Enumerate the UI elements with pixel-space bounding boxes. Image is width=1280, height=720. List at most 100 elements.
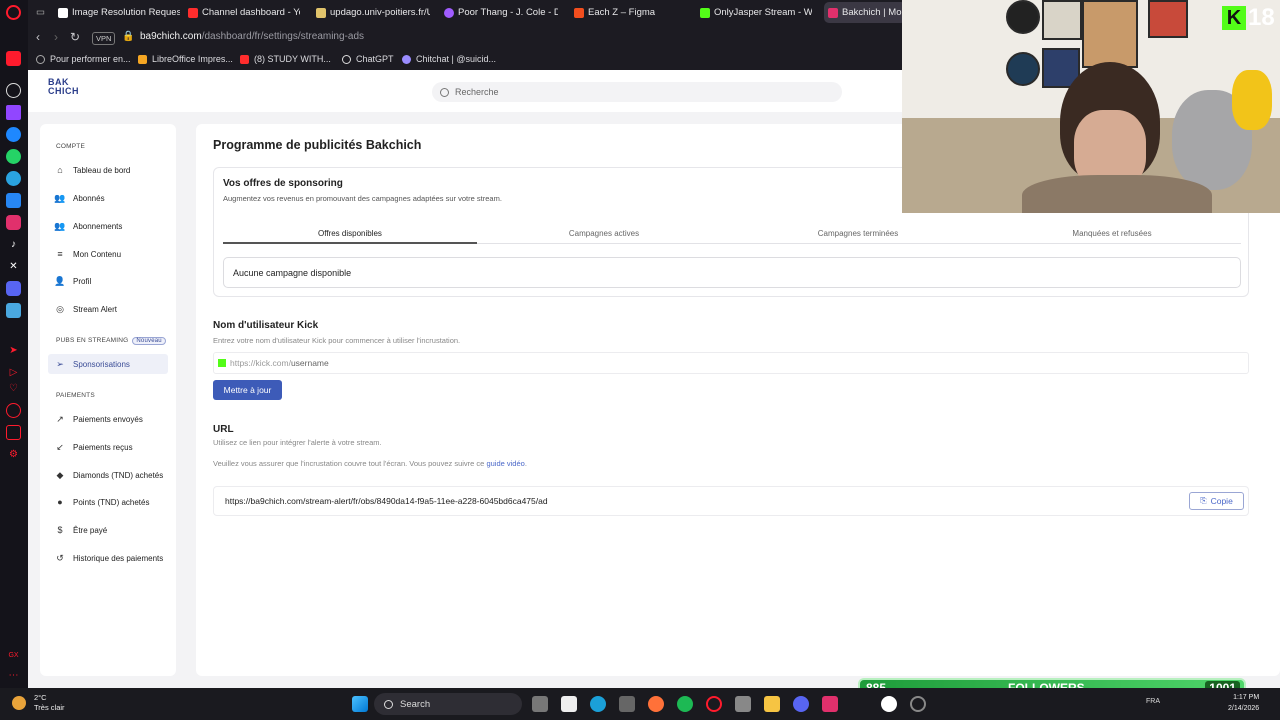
sponsoring-title: Vos offres de sponsoring	[223, 178, 343, 189]
back-icon[interactable]: ‹	[36, 30, 40, 44]
chitchat-icon	[402, 54, 411, 64]
vinyl-frame	[1006, 52, 1040, 86]
sidebar-item-profil[interactable]: 👤 Profil	[54, 271, 170, 291]
chatgpt-icon[interactable]	[6, 83, 21, 98]
twitch-icon[interactable]	[6, 105, 21, 120]
sidebar-item-contenu[interactable]: ≡ Mon Contenu	[54, 244, 170, 264]
file-icon[interactable]	[561, 696, 577, 712]
more-icon[interactable]: GX	[6, 648, 21, 663]
users-icon: 👥	[54, 220, 66, 231]
date: 2/14/2026	[1228, 705, 1260, 712]
tab-3[interactable]: Poor Thang - J. Cole - De	[444, 2, 558, 23]
folder-icon[interactable]	[764, 696, 780, 712]
address-bar: ‹ › ↻ VPN 🔒 ba9chich.com/dashboard/fr/se…	[28, 25, 902, 51]
sidebar-item-paiements-envoyes[interactable]: ↗ Paiements envoyés	[54, 409, 170, 429]
guide-video-link[interactable]: guide vidéo	[486, 459, 524, 468]
tab-campagnes-terminees[interactable]: Campagnes terminées	[731, 229, 985, 238]
sidebar-item-diamonds[interactable]: ◆ Diamonds (TND) achetés	[54, 465, 170, 485]
system-tray[interactable]: FRA	[1146, 698, 1160, 705]
windows-start-icon[interactable]	[352, 696, 368, 712]
spotify-icon[interactable]	[677, 696, 693, 712]
menu-dots-icon[interactable]: ⋯	[6, 668, 21, 683]
obs-icon[interactable]	[881, 696, 897, 712]
search-placeholder: Recherche	[455, 87, 499, 97]
sidebar-item-abonnes[interactable]: 👥 Abonnés	[54, 188, 170, 208]
arrow-icon[interactable]: ➤	[6, 343, 21, 358]
tab-0[interactable]: Image Resolution Request	[58, 2, 180, 23]
tab-2[interactable]: updago.univ-poitiers.fr/U	[316, 2, 430, 23]
tab-list-icon[interactable]: ▭	[36, 2, 50, 23]
bookmark-1[interactable]: LibreOffice Impres...	[138, 54, 233, 64]
tab-manquees-refusees[interactable]: Manquées et refusées	[985, 229, 1239, 238]
sidebar-item-sponsorisations[interactable]: ➢ Sponsorisations	[48, 354, 168, 374]
kick-subtitle: Entrez votre nom d'utilisateur Kick pour…	[213, 336, 461, 345]
tab-1[interactable]: Channel dashboard - You	[188, 2, 300, 23]
discord-icon[interactable]	[793, 696, 809, 712]
vk-icon[interactable]	[6, 193, 21, 208]
url-field[interactable]: ba9chich.com/dashboard/fr/settings/strea…	[140, 31, 364, 42]
bookmark-0[interactable]: Pour performer en...	[36, 54, 131, 64]
overlay-url-field[interactable]: https://ba9chich.com/stream-alert/fr/obs…	[213, 486, 1249, 516]
update-button[interactable]: Mettre à jour	[213, 380, 282, 400]
edge-icon[interactable]	[590, 696, 606, 712]
heart-icon[interactable]: ♡	[6, 381, 21, 396]
settings-icon[interactable]: ⚙	[6, 447, 21, 462]
bookmark-4[interactable]: Chitchat | @suicid...	[402, 54, 496, 64]
opera-logo-icon[interactable]	[6, 5, 21, 20]
tab-5[interactable]: OnlyJasper Stream - Wat	[700, 2, 812, 23]
opera-gx-icon[interactable]	[706, 696, 722, 712]
chatgpt-icon	[342, 54, 351, 64]
app-icon[interactable]	[619, 696, 635, 712]
clock-icon[interactable]	[6, 403, 21, 418]
instagram-icon[interactable]	[6, 215, 21, 230]
tab-4[interactable]: Each Z – Figma	[574, 2, 684, 23]
lock-icon[interactable]: 🔒	[122, 31, 134, 42]
bookmark-3[interactable]: ChatGPT	[342, 54, 394, 64]
x-icon[interactable]: ✕	[6, 259, 21, 274]
copy-button[interactable]: ⎘ Copie	[1189, 492, 1244, 510]
instagram-icon[interactable]	[822, 696, 838, 712]
search-input[interactable]: Recherche	[432, 82, 842, 102]
sidebar-item-label: Être payé	[73, 525, 108, 535]
play-icon[interactable]: ▷	[6, 365, 21, 380]
taskbar-clock[interactable]: 1:17 PM 2/14/2026	[1228, 692, 1259, 714]
taskbar-search[interactable]: Search	[374, 693, 522, 715]
sponsoring-tabs: Offres disponibles Campagnes actives Cam…	[223, 224, 1241, 244]
reload-icon[interactable]: ↻	[70, 30, 80, 44]
sidebar-item-etre-paye[interactable]: $ Être payé	[54, 520, 170, 540]
apps-icon[interactable]	[6, 51, 21, 66]
task-view-icon[interactable]	[532, 696, 548, 712]
tab-campagnes-actives[interactable]: Campagnes actives	[477, 229, 731, 238]
sidebar-item-points[interactable]: ● Points (TND) achetés	[54, 492, 170, 512]
tiktok-icon[interactable]: ♪	[6, 237, 21, 252]
sidebar-item-paiements-recus[interactable]: ↙ Paiements reçus	[54, 437, 170, 457]
url-subtitle: Utilisez ce lien pour intégrer l'alerte …	[213, 438, 382, 447]
heart-icon	[444, 7, 454, 18]
kick-placeholder-prefix: https://kick.com/	[230, 358, 291, 368]
tool-icon[interactable]	[6, 303, 21, 318]
sidebar-item-label: Abonnés	[73, 193, 105, 203]
cube-icon[interactable]	[6, 425, 21, 440]
forward-icon[interactable]: ›	[54, 30, 58, 44]
bookmark-2[interactable]: (8) STUDY WITH...	[240, 54, 331, 64]
sidebar-item-historique[interactable]: ↺ Historique des paiements	[54, 548, 170, 568]
app-icon[interactable]	[910, 696, 926, 712]
store-icon[interactable]	[735, 696, 751, 712]
taskbar-search-label: Search	[400, 698, 431, 710]
kick-username-input[interactable]: https://kick.com/username	[213, 352, 1249, 374]
badge-nouveau: Nouveau	[132, 337, 166, 345]
firefox-icon[interactable]	[648, 696, 664, 712]
telegram-icon[interactable]	[6, 171, 21, 186]
sidebar-item-dashboard[interactable]: ⌂ Tableau de bord	[54, 160, 170, 180]
tab-offres-disponibles[interactable]: Offres disponibles	[223, 229, 477, 238]
discord-icon[interactable]	[6, 281, 21, 296]
weather-widget[interactable]: 2°C Très clair	[12, 693, 65, 713]
sidebar-item-abonnements[interactable]: 👥 Abonnements	[54, 216, 170, 236]
messenger-icon[interactable]	[6, 127, 21, 142]
sidebar-item-stream-alert[interactable]: ◎ Stream Alert	[54, 299, 170, 319]
settings-sidebar: COMPTE ⌂ Tableau de bord 👥 Abonnés 👥 Abonne…	[40, 124, 176, 676]
tab-6-active[interactable]: Bakchich | Mon	[824, 2, 906, 23]
whatsapp-icon[interactable]	[6, 149, 21, 164]
bakchich-logo[interactable]: BAK CHICH	[48, 78, 79, 96]
vpn-badge[interactable]: VPN	[92, 32, 116, 45]
